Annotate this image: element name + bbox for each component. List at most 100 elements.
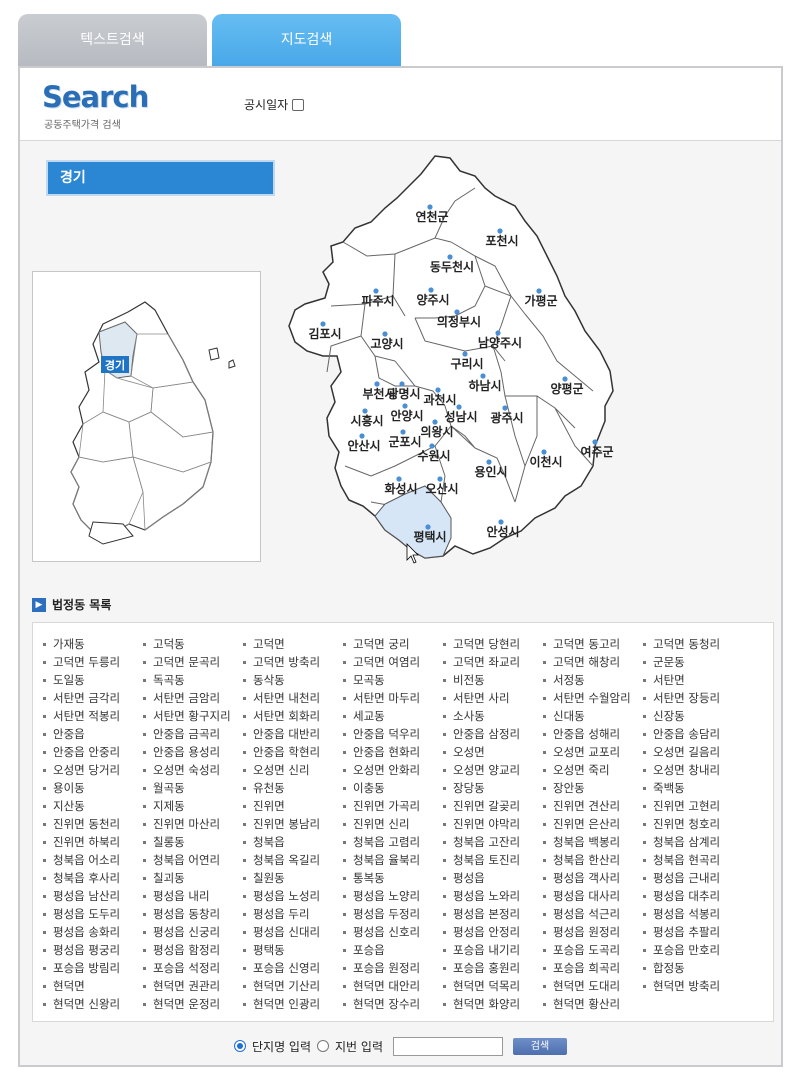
- dong-list-item[interactable]: 군문동: [643, 653, 743, 671]
- dong-list-item[interactable]: 진위면 하북리: [43, 833, 143, 851]
- dong-list-item[interactable]: 장당동: [443, 779, 543, 797]
- dong-list-item[interactable]: 합정동: [643, 959, 743, 977]
- dong-list-item[interactable]: 진위면 야막리: [443, 815, 543, 833]
- map-region-label[interactable]: 수원시: [417, 449, 450, 463]
- dong-list-item[interactable]: 고덕면 두릉리: [43, 653, 143, 671]
- dong-list-item[interactable]: 포승읍 석정리: [143, 959, 243, 977]
- dong-list-item[interactable]: 고덕면 방축리: [243, 653, 343, 671]
- dong-list-item[interactable]: 평성읍 함정리: [143, 941, 243, 959]
- dong-list-item[interactable]: 평성읍 도두리: [43, 905, 143, 923]
- dong-list-item[interactable]: 안중읍 용성리: [143, 743, 243, 761]
- dong-list-item[interactable]: 평성읍 추팔리: [643, 923, 743, 941]
- dong-list-item[interactable]: 안중읍 현화리: [343, 743, 443, 761]
- dong-list-item[interactable]: 청북읍 율북리: [343, 851, 443, 869]
- dong-list-item[interactable]: 평택동: [243, 941, 343, 959]
- dong-list-item[interactable]: 평성읍 본정리: [443, 905, 543, 923]
- map-region-label[interactable]: 파주시: [361, 293, 394, 308]
- map-region-label[interactable]: 가평군: [524, 293, 557, 308]
- dong-list-item[interactable]: 현덕면 방축리: [643, 977, 743, 995]
- dong-list-item[interactable]: 서탄면: [643, 671, 743, 689]
- map-region-label[interactable]: 안성시: [486, 524, 519, 539]
- dong-list-item[interactable]: 고덕면 해창리: [543, 653, 643, 671]
- map-region-label[interactable]: 시흥시: [350, 413, 383, 428]
- dong-list-item[interactable]: 서탄면 장등리: [643, 689, 743, 707]
- dong-list-item[interactable]: 지제동: [143, 797, 243, 815]
- dong-list-item[interactable]: 현덕면 인광리: [243, 995, 343, 1013]
- dong-list-item[interactable]: 포승읍 방림리: [43, 959, 143, 977]
- dong-list-item[interactable]: 안중읍 덕우리: [343, 725, 443, 743]
- dong-list-item[interactable]: 신대동: [543, 707, 643, 725]
- lot-number-radio[interactable]: [317, 1040, 330, 1052]
- dong-list-item[interactable]: 평성읍 근내리: [643, 869, 743, 887]
- dong-list-item[interactable]: 현덕면 황산리: [543, 995, 643, 1013]
- dong-list-item[interactable]: 청북읍 삼계리: [643, 833, 743, 851]
- dong-list-item[interactable]: 평성읍 내리: [143, 887, 243, 905]
- dong-list-item[interactable]: 오성면 숙성리: [143, 761, 243, 779]
- dong-list-item[interactable]: 죽백동: [643, 779, 743, 797]
- map-region-label[interactable]: 양평군: [550, 381, 583, 396]
- dong-list-item[interactable]: 서탄면 수월암리: [543, 689, 643, 707]
- tab-text-search[interactable]: 텍스트검색: [18, 14, 207, 66]
- dong-list-item[interactable]: 평성읍 노양리: [343, 887, 443, 905]
- dong-list-item[interactable]: 신장동: [643, 707, 743, 725]
- dong-list-item[interactable]: 현덕면 신왕리: [43, 995, 143, 1013]
- dong-list-item[interactable]: 평성읍 남산리: [43, 887, 143, 905]
- dong-list-item[interactable]: 진위면 청호리: [643, 815, 743, 833]
- map-region-label[interactable]: 구리시: [450, 356, 483, 371]
- map-region-label[interactable]: 안양시: [390, 408, 423, 423]
- dong-list-item[interactable]: 고덕면 문곡리: [143, 653, 243, 671]
- dong-list-item[interactable]: 평성읍: [443, 869, 543, 887]
- tab-map-search[interactable]: 지도검색: [212, 14, 401, 66]
- pubdate-checkbox[interactable]: [292, 98, 305, 111]
- dong-list-item[interactable]: 진위면: [243, 797, 343, 815]
- map-region-label[interactable]: 양주시: [416, 292, 449, 307]
- dong-list-item[interactable]: 평성읍 대추리: [643, 887, 743, 905]
- dong-list-item[interactable]: 독곡동: [143, 671, 243, 689]
- dong-list-item[interactable]: 청북읍 어연리: [143, 851, 243, 869]
- dong-list-item[interactable]: 지산동: [43, 797, 143, 815]
- dong-list-item[interactable]: 현덕면 장수리: [343, 995, 443, 1013]
- dong-list-item[interactable]: 오성면 창내리: [643, 761, 743, 779]
- dong-list-item[interactable]: 평성읍 동창리: [143, 905, 243, 923]
- map-region-label[interactable]: 의정부시: [437, 314, 481, 329]
- dong-list-item[interactable]: 평성읍 객사리: [543, 869, 643, 887]
- dong-list-item[interactable]: 오성면: [443, 743, 543, 761]
- dong-list-item[interactable]: 안중읍 성해리: [543, 725, 643, 743]
- dong-list-item[interactable]: 청북읍 백봉리: [543, 833, 643, 851]
- map-region-label[interactable]: 연천군: [415, 209, 448, 224]
- dong-list-item[interactable]: 진위면 봉남리: [243, 815, 343, 833]
- dong-list-item[interactable]: 평성읍 대사리: [543, 887, 643, 905]
- dong-list-item[interactable]: 청북읍 토진리: [443, 851, 543, 869]
- dong-list-item[interactable]: 현덕면 덕목리: [443, 977, 543, 995]
- dong-list-item[interactable]: 청북읍 후사리: [43, 869, 143, 887]
- dong-list-item[interactable]: 평성읍 노성리: [243, 887, 343, 905]
- dong-list-item[interactable]: 이충동: [343, 779, 443, 797]
- dong-list-item[interactable]: 통복동: [343, 869, 443, 887]
- dong-list-item[interactable]: 도일동: [43, 671, 143, 689]
- dong-list-item[interactable]: 안중읍: [43, 725, 143, 743]
- search-button[interactable]: 검색: [513, 1037, 567, 1055]
- dong-list-item[interactable]: 진위면 신리: [343, 815, 443, 833]
- dong-list-item[interactable]: 진위면 고현리: [643, 797, 743, 815]
- dong-list-item[interactable]: 진위면 은산리: [543, 815, 643, 833]
- dong-list-item[interactable]: 평성읍 석근리: [543, 905, 643, 923]
- dong-list-item[interactable]: 오성면 당거리: [43, 761, 143, 779]
- map-region-label[interactable]: 오산시: [425, 481, 458, 496]
- map-region-label[interactable]: 광명시: [387, 386, 420, 401]
- dong-list-item[interactable]: 현덕면 권관리: [143, 977, 243, 995]
- dong-list-item[interactable]: 안중읍 대반리: [243, 725, 343, 743]
- map-region-label[interactable]: 포천시: [485, 233, 518, 248]
- dong-list-item[interactable]: 평성읍 노와리: [443, 887, 543, 905]
- dong-list-item[interactable]: 현덕면 대안리: [343, 977, 443, 995]
- dong-list-item[interactable]: 고덕면 여염리: [343, 653, 443, 671]
- dong-list-item[interactable]: 평성읍 송화리: [43, 923, 143, 941]
- dong-list-item[interactable]: 서정동: [543, 671, 643, 689]
- map-region-label[interactable]: 여주군: [580, 444, 613, 459]
- dong-list-item[interactable]: 현덕면 운정리: [143, 995, 243, 1013]
- dong-list-item[interactable]: 고덕면: [243, 635, 343, 653]
- dong-list-item[interactable]: 청북읍: [243, 833, 343, 851]
- map-region-label[interactable]: 안산시: [347, 438, 380, 453]
- dong-list-item[interactable]: 오성면 신리: [243, 761, 343, 779]
- dong-list-item[interactable]: 오성면 안화리: [343, 761, 443, 779]
- dong-list-item[interactable]: 월곡동: [143, 779, 243, 797]
